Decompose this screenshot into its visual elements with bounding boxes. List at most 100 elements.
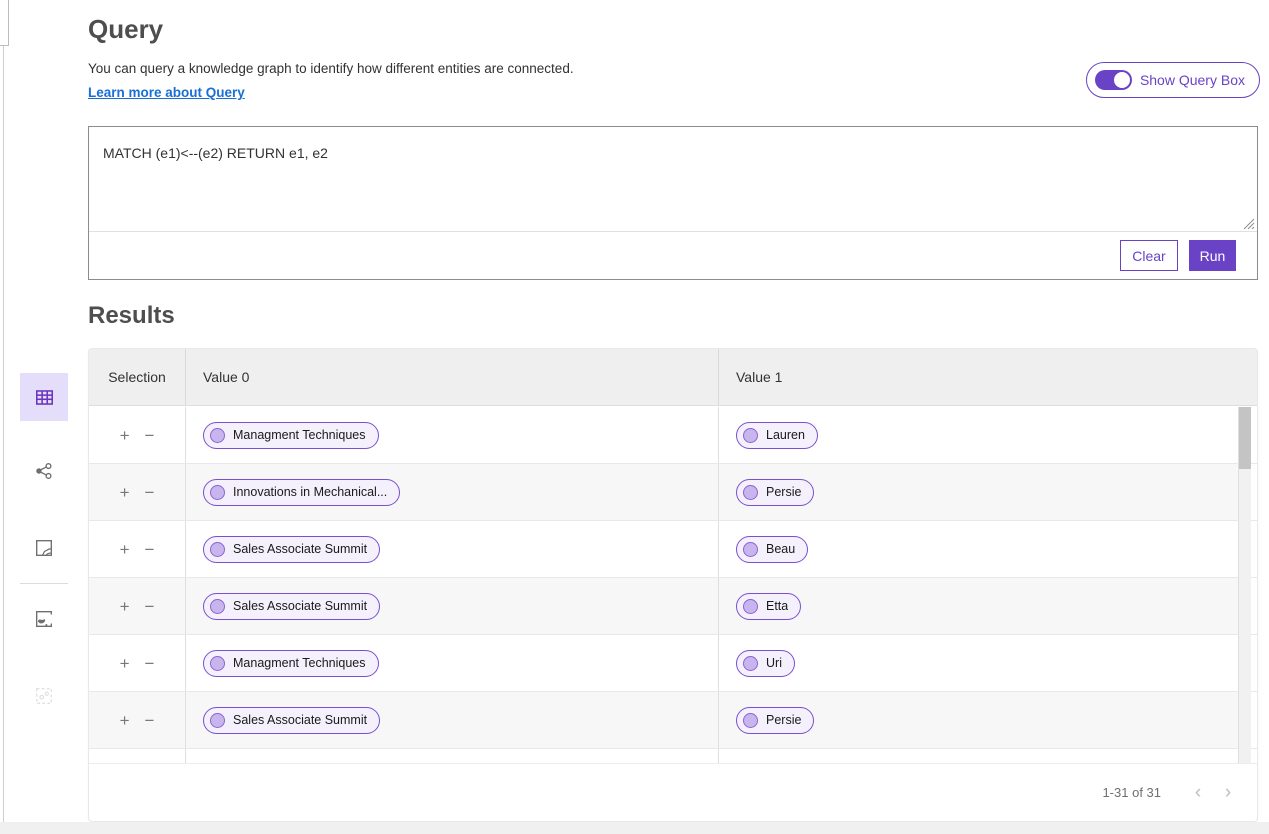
sidebar-item-link-chart-view[interactable] [20, 447, 68, 495]
sidebar-item-map-view[interactable] [20, 524, 68, 572]
row-value0-cell: Managment Techniques [186, 407, 719, 463]
page-title: Query [88, 14, 163, 45]
entity-dot-icon [210, 485, 225, 500]
pagination-bar: 1-31 of 31 ‹ › [89, 763, 1257, 821]
entity-dot-icon [743, 485, 758, 500]
entity-pill[interactable]: Beau [736, 536, 808, 563]
results-title: Results [88, 302, 175, 330]
pagination-range: 1-31 of 31 [1102, 785, 1161, 800]
toggle-knob [1114, 72, 1130, 88]
entity-pill[interactable]: Sales Associate Summit [203, 536, 380, 563]
remove-selection-button[interactable]: − [142, 425, 158, 446]
query-box: MATCH (e1)<--(e2) RETURN e1, e2 Clear Ru… [88, 126, 1258, 280]
entity-label: Lauren [766, 428, 805, 442]
entity-pill[interactable]: Etta [736, 593, 801, 620]
entity-pill[interactable]: Lauren [736, 422, 818, 449]
view-sidebar [20, 373, 68, 720]
add-selection-button[interactable]: + [117, 539, 133, 560]
row-value0-cell: Innovations in Mechanical... [186, 749, 719, 764]
row-selection-cell: + − [89, 578, 186, 634]
entity-label: Etta [766, 599, 788, 613]
sidebar-divider [20, 583, 68, 584]
bottom-strip [0, 822, 1269, 834]
resize-handle-icon[interactable] [1243, 217, 1255, 229]
entity-label: Persie [766, 713, 801, 727]
panel-scroll-edge [3, 46, 4, 822]
table-row: + − Managment Techniques Uri [89, 635, 1257, 692]
previous-page-button[interactable]: ‹ [1183, 782, 1213, 804]
show-query-box-toggle[interactable]: Show Query Box [1086, 62, 1260, 98]
row-value0-cell: Managment Techniques [186, 635, 719, 691]
row-selection-cell: + − [89, 521, 186, 577]
entity-pill[interactable]: Managment Techniques [203, 422, 379, 449]
entity-pill[interactable]: Innovations in Mechanical... [203, 479, 400, 506]
entity-dot-icon [743, 599, 758, 614]
row-value1-cell: Lauren [719, 749, 1239, 764]
scrollbar-thumb[interactable] [1239, 407, 1251, 469]
column-header-selection: Selection [89, 349, 186, 405]
row-value0-cell: Sales Associate Summit [186, 692, 719, 748]
toggle-label: Show Query Box [1140, 72, 1245, 88]
column-header-value0: Value 0 [186, 349, 719, 405]
entity-dot-icon [210, 428, 225, 443]
remove-selection-button[interactable]: − [142, 596, 158, 617]
row-value1-cell: Persie [719, 692, 1239, 748]
add-selection-button[interactable]: + [117, 653, 133, 674]
next-page-button[interactable]: › [1213, 782, 1243, 804]
table-icon [35, 388, 54, 407]
run-button[interactable]: Run [1189, 240, 1236, 271]
entity-dot-icon [743, 542, 758, 557]
row-value1-cell: Persie [719, 464, 1239, 520]
row-value1-cell: Uri [719, 635, 1239, 691]
query-input[interactable]: MATCH (e1)<--(e2) RETURN e1, e2 [89, 127, 1257, 230]
entity-label: Sales Associate Summit [233, 599, 367, 613]
row-value0-cell: Sales Associate Summit [186, 521, 719, 577]
table-scrollbar[interactable] [1239, 407, 1251, 764]
entity-pill[interactable]: Managment Techniques [203, 650, 379, 677]
entity-pill[interactable]: Sales Associate Summit [203, 707, 380, 734]
table-row: + − Sales Associate Summit Beau [89, 521, 1257, 578]
entity-label: Persie [766, 485, 801, 499]
row-value0-cell: Sales Associate Summit [186, 578, 719, 634]
entity-dot-icon [210, 599, 225, 614]
entity-pill[interactable]: Uri [736, 650, 795, 677]
entity-pill[interactable]: Persie [736, 479, 814, 506]
entity-pill[interactable]: Sales Associate Summit [203, 593, 380, 620]
remove-selection-button[interactable]: − [142, 653, 158, 674]
sidebar-item-add-to-new-link-chart [20, 672, 68, 720]
entity-label: Sales Associate Summit [233, 542, 367, 556]
row-selection-cell: + − [89, 749, 186, 764]
entity-dot-icon [743, 713, 758, 728]
row-value1-cell: Beau [719, 521, 1239, 577]
table-row: + − Sales Associate Summit Etta [89, 578, 1257, 635]
clear-button[interactable]: Clear [1120, 240, 1178, 271]
entity-label: Managment Techniques [233, 428, 366, 442]
row-value0-cell: Innovations in Mechanical... [186, 464, 719, 520]
column-header-value1: Value 1 [719, 349, 1257, 405]
toggle-switch-icon[interactable] [1095, 70, 1132, 90]
learn-more-link[interactable]: Learn more about Query [88, 85, 245, 100]
entity-label: Beau [766, 542, 795, 556]
sidebar-item-table-view[interactable] [20, 373, 68, 421]
remove-selection-button[interactable]: − [142, 539, 158, 560]
add-selection-button[interactable]: + [117, 425, 133, 446]
table-rows: + − Managment Techniques Lauren + − Inno… [89, 407, 1257, 764]
sidebar-item-add-to-new-map[interactable] [20, 595, 68, 643]
row-selection-cell: + − [89, 464, 186, 520]
entity-dot-icon [210, 656, 225, 671]
results-table-card: Selection Value 0 Value 1 + − Managment … [88, 348, 1258, 822]
row-selection-cell: + − [89, 635, 186, 691]
row-value1-cell: Etta [719, 578, 1239, 634]
remove-selection-button[interactable]: − [142, 710, 158, 731]
table-row: + − Sales Associate Summit Persie [89, 692, 1257, 749]
add-selection-button[interactable]: + [117, 710, 133, 731]
entity-dot-icon [210, 542, 225, 557]
entity-label: Uri [766, 656, 782, 670]
remove-selection-button[interactable]: − [142, 482, 158, 503]
row-selection-cell: + − [89, 407, 186, 463]
add-selection-button[interactable]: + [117, 482, 133, 503]
entity-pill[interactable]: Persie [736, 707, 814, 734]
page-description: You can query a knowledge graph to ident… [88, 61, 574, 76]
add-selection-button[interactable]: + [117, 596, 133, 617]
table-header-row: Selection Value 0 Value 1 [89, 349, 1257, 406]
